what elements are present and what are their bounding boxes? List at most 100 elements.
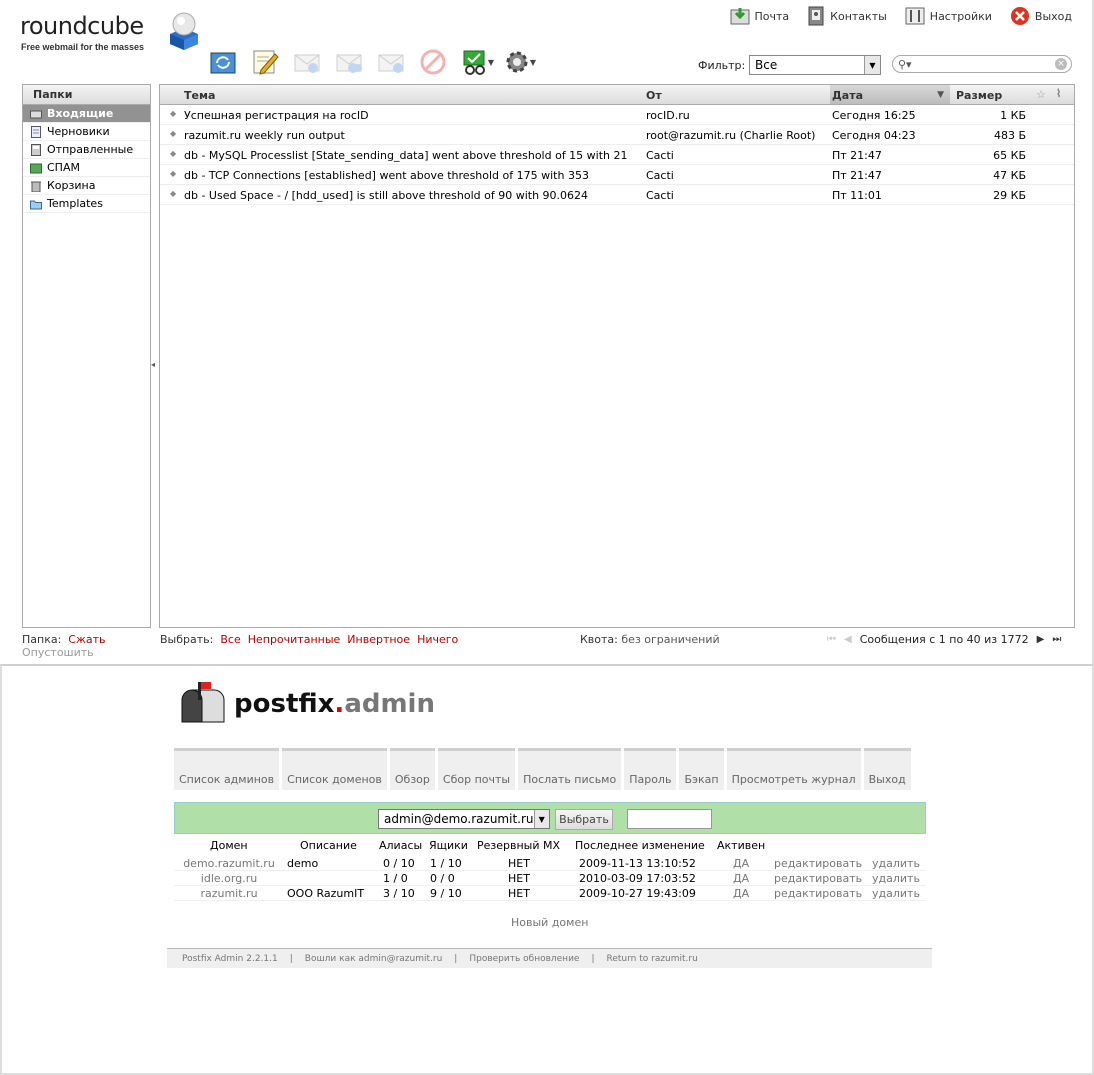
domain-row: demo.razumit.ru demo 0 / 10 1 / 10 НЕТ 2009-1… xyxy=(174,856,926,871)
trash-icon xyxy=(31,181,41,192)
select-admin-button[interactable]: Выбрать xyxy=(555,809,613,830)
header-aliases: Алиасы xyxy=(379,839,423,852)
first-page-icon[interactable]: ⏮ xyxy=(827,634,836,645)
folder-item-sent[interactable]: Отправленные xyxy=(23,141,150,159)
more-button[interactable]: ▼ xyxy=(502,46,536,78)
header-description: Описание xyxy=(300,839,357,852)
nav-contacts[interactable]: Контакты xyxy=(807,6,887,26)
column-from[interactable]: От xyxy=(646,89,662,102)
delete-link[interactable]: удалить xyxy=(872,857,920,870)
forward-button[interactable] xyxy=(376,46,406,78)
folder-label: СПАМ xyxy=(47,161,80,174)
search-input[interactable] xyxy=(917,57,1047,71)
nav-mail[interactable]: Почта xyxy=(730,6,790,26)
message-status-icon: ◆ xyxy=(170,169,177,178)
next-page-icon[interactable]: ▶ xyxy=(1037,634,1045,645)
menu-overview[interactable]: Обзор xyxy=(389,748,435,790)
delete-link[interactable]: удалить xyxy=(872,872,920,885)
folder-item-inbox[interactable]: Входящие xyxy=(23,105,150,123)
header-backup-mx: Резервный MX xyxy=(477,839,561,852)
domain-active[interactable]: ДА xyxy=(733,872,749,885)
postfixadmin-logo[interactable]: postfix.admin xyxy=(178,682,435,726)
delete-link[interactable]: удалить xyxy=(872,887,920,900)
domain-aliases: 3 / 10 xyxy=(383,887,415,900)
domain-active[interactable]: ДА xyxy=(733,857,749,870)
search-box[interactable]: ⚲▾ × xyxy=(892,55,1072,73)
select-invert-link[interactable]: Инвертное xyxy=(347,633,410,646)
compact-folder-link[interactable]: Сжать xyxy=(68,633,105,646)
check-update-link[interactable]: Проверить обновление xyxy=(469,954,579,964)
folder-item-drafts[interactable]: Черновики xyxy=(23,123,150,141)
compose-button[interactable] xyxy=(250,46,280,78)
domain-name[interactable]: idle.org.ru xyxy=(181,872,277,885)
compose-icon xyxy=(253,50,279,75)
filter-value: Все xyxy=(755,58,778,72)
edit-link[interactable]: редактировать xyxy=(774,872,862,885)
previous-page-icon[interactable]: ◀ xyxy=(844,634,852,645)
folder-item-templates[interactable]: Templates xyxy=(23,195,150,213)
domain-active[interactable]: ДА xyxy=(733,887,749,900)
message-size: 483 Б xyxy=(993,129,1026,142)
select-label: Выбрать: xyxy=(160,633,214,646)
menu-fetchmail[interactable]: Сбор почты xyxy=(437,748,516,790)
folder-item-trash[interactable]: Корзина xyxy=(23,177,150,195)
postfixadmin-menu: Список админов Список доменов Обзор Сбор… xyxy=(174,748,911,790)
menu-logout[interactable]: Выход xyxy=(863,748,911,790)
postfixadmin-title: postfix.admin xyxy=(234,689,435,719)
nav-logout-label: Выход xyxy=(1034,9,1072,23)
clear-search-icon[interactable]: × xyxy=(1055,58,1067,70)
mark-button[interactable]: ▼ xyxy=(460,46,494,78)
refresh-mail-icon xyxy=(210,52,236,74)
quota-label: Квота: xyxy=(580,633,618,646)
filter-select[interactable]: Все ▼ xyxy=(749,55,881,75)
new-domain-link[interactable]: Новый домен xyxy=(511,916,588,929)
nav-logout[interactable]: Выход xyxy=(1010,6,1072,26)
message-row[interactable]: ◆ razumit.ru weekly run output root@razumi… xyxy=(160,125,1074,145)
message-row[interactable]: ◆ db - Used Space - / [hdd_used] is still… xyxy=(160,185,1074,205)
more-dropdown-arrow-icon: ▼ xyxy=(529,58,536,67)
menu-backup[interactable]: Бэкап xyxy=(679,748,724,790)
message-size: 65 КБ xyxy=(993,149,1026,162)
select-all-link[interactable]: Все xyxy=(220,633,240,646)
admin-search-input[interactable] xyxy=(627,809,712,829)
message-rows: ◆ Успешная регистрация на rocID rocID.ru Се… xyxy=(160,105,1074,205)
menu-admin-list[interactable]: Список админов xyxy=(174,748,280,790)
column-date[interactable]: Дата ▼ xyxy=(830,85,950,104)
edit-link[interactable]: редактировать xyxy=(774,887,862,900)
menu-send-mail[interactable]: Послать письмо xyxy=(518,748,622,790)
roundcube-logo[interactable]: roundcube Free webmail for the masses xyxy=(20,8,200,56)
delete-button[interactable] xyxy=(418,46,448,78)
edit-link[interactable]: редактировать xyxy=(774,857,862,870)
version-text: Postfix Admin 2.2.1.1 xyxy=(182,953,278,964)
domain-row: razumit.ru ООО RazumIT 3 / 10 9 / 10 НЕТ 2009… xyxy=(174,886,926,901)
flag-column-star-icon[interactable]: ☆ xyxy=(1036,88,1046,101)
panel-splitter-icon[interactable]: ◂ xyxy=(151,360,155,369)
select-none-link[interactable]: Ничего xyxy=(417,633,458,646)
folder-icon xyxy=(30,200,42,209)
menu-view-log[interactable]: Просмотреть журнал xyxy=(726,748,861,790)
nav-mail-label: Почта xyxy=(754,9,790,23)
select-unread-link[interactable]: Непрочитанные xyxy=(248,633,341,646)
column-size[interactable]: Размер xyxy=(956,89,1002,102)
postfixadmin-footer: Postfix Admin 2.2.1.1 | Вошли как admin@… xyxy=(167,948,932,968)
message-row[interactable]: ◆ Успешная регистрация на rocID rocID.ru Се… xyxy=(160,105,1074,125)
message-row[interactable]: ◆ db - MySQL Processlist [State_sending_d… xyxy=(160,145,1074,165)
message-row[interactable]: ◆ db - TCP Connections [established] went… xyxy=(160,165,1074,185)
domain-modified: 2010-03-09 17:03:52 xyxy=(579,872,696,885)
search-icon[interactable]: ⚲▾ xyxy=(898,58,912,71)
return-link[interactable]: Return to razumit.ru xyxy=(607,954,698,964)
nav-settings[interactable]: Настройки xyxy=(905,6,992,26)
check-mail-button[interactable] xyxy=(208,46,238,78)
domain-name[interactable]: demo.razumit.ru xyxy=(181,857,277,870)
reply-icon xyxy=(294,54,320,73)
column-subject[interactable]: Тема xyxy=(184,89,215,102)
reply-all-button[interactable] xyxy=(334,46,364,78)
last-page-icon[interactable]: ⏭ xyxy=(1052,634,1061,645)
menu-password[interactable]: Пароль xyxy=(624,748,677,790)
folder-item-spam[interactable]: СПАМ xyxy=(23,159,150,177)
domain-name[interactable]: razumit.ru xyxy=(181,887,277,900)
admin-select[interactable]: admin@demo.razumit.ru ▼ xyxy=(378,809,550,829)
menu-domain-list[interactable]: Список доменов xyxy=(282,748,387,790)
reply-button[interactable] xyxy=(292,46,322,78)
empty-folder-link[interactable]: Опустошить xyxy=(22,646,94,659)
